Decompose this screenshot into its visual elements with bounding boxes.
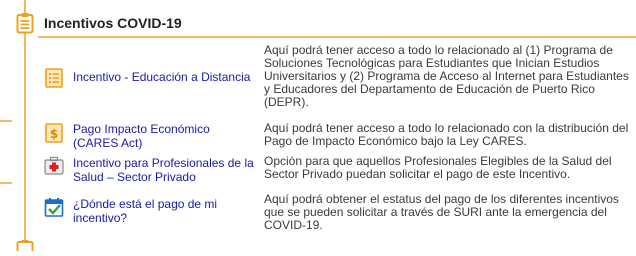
payment-status-link[interactable]: ¿Dónde está el pago de mi incentivo? <box>73 197 258 225</box>
document-list-icon[interactable] <box>44 68 64 88</box>
medical-kit-icon[interactable] <box>44 156 64 176</box>
section-title: Incentivos COVID-19 <box>44 15 182 31</box>
clipboard-icon <box>16 238 34 255</box>
education-incentive-link[interactable]: Incentivo - Educación a Distancia <box>73 70 258 84</box>
svg-text:$: $ <box>50 127 58 141</box>
section-accent-line <box>24 0 26 246</box>
accent-tick <box>0 120 12 122</box>
header-divider <box>38 36 636 38</box>
calendar-check-icon[interactable] <box>44 197 64 217</box>
covid-incentives-section: Incentivos COVID-19 Incentivo - Educació… <box>0 0 636 255</box>
section-header: Incentivos COVID-19 <box>16 10 182 36</box>
clipboard-icon <box>16 12 34 34</box>
health-professionals-incentive-link[interactable]: Incentivo para Profesionales de la Salud… <box>73 156 258 184</box>
item-description: Aquí podrá tener acceso a todo lo relaci… <box>264 43 629 109</box>
dollar-document-icon[interactable]: $ <box>44 123 64 143</box>
cares-act-payment-link[interactable]: Pago Impacto Económico (CARES Act) <box>73 122 258 150</box>
item-description: Aquí podrá tener acceso a todo lo relaci… <box>264 121 629 148</box>
item-description: Opción para que aquellos Profesionales E… <box>264 154 612 181</box>
accent-tick <box>0 182 12 184</box>
item-description: Aquí podrá obtener el estatus del pago d… <box>264 192 619 232</box>
